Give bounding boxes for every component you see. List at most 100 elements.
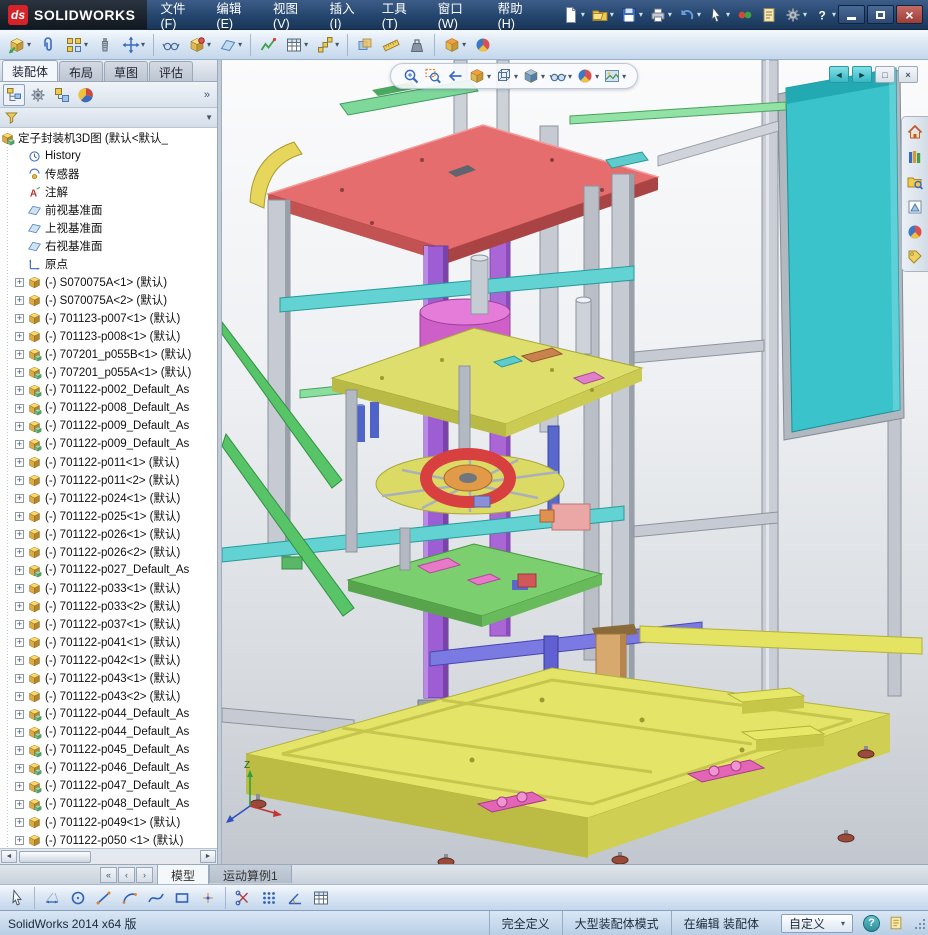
print-document-button[interactable]: ▾	[647, 3, 674, 27]
previous-document-button[interactable]: ◄	[829, 66, 849, 83]
model-green-bar-top[interactable]	[569, 101, 787, 125]
design-library-button[interactable]	[902, 145, 927, 168]
expand-icon[interactable]: +	[15, 331, 24, 341]
menu-item-5[interactable]: 工具(T)	[373, 0, 429, 31]
interference-detection-button[interactable]	[352, 32, 378, 58]
select-button[interactable]: ▾	[705, 3, 732, 27]
dropdown-arrow-icon[interactable]: ▾	[639, 10, 643, 19]
file-properties-button[interactable]	[758, 3, 780, 27]
tree-item-23[interactable]: + (-) 701122-p026<2> (默认)	[0, 543, 217, 561]
expand-icon[interactable]: +	[15, 745, 24, 755]
dropdown-arrow-icon[interactable]: ▾	[832, 10, 836, 19]
undo-button[interactable]: ▾	[676, 3, 703, 27]
tree-item-31[interactable]: + (-) 701122-p043<2> (默认)	[0, 687, 217, 705]
dropdown-arrow-icon[interactable]: ▾	[803, 10, 807, 19]
tree-item-17[interactable]: + (-) 701122-p009_Default_As	[0, 435, 217, 453]
doc-tab-1[interactable]: 模型	[157, 864, 210, 884]
dropdown-arrow-icon[interactable]: ▾	[568, 72, 572, 81]
tree-horizontal-scrollbar[interactable]: ◄ ►	[0, 848, 217, 864]
status-custom-dropdown[interactable]: 自定义 ▾	[780, 913, 853, 933]
rebuild-button[interactable]	[734, 3, 756, 27]
tree-item-4[interactable]: 前视基准面	[0, 201, 217, 219]
display-style-button[interactable]: ▾	[521, 67, 546, 85]
tree-item-38[interactable]: + (-) 701122-p049<1> (默认)	[0, 813, 217, 831]
maximize-button[interactable]	[867, 5, 894, 24]
view-palette-button[interactable]	[902, 195, 927, 218]
expand-icon[interactable]: +	[15, 781, 24, 791]
menu-item-1[interactable]: 文件(F)	[151, 0, 207, 31]
tab-评估[interactable]: 评估	[149, 61, 194, 81]
expand-icon[interactable]: +	[15, 709, 24, 719]
linear-component-pattern-button[interactable]: ▾	[61, 32, 92, 58]
zoom-to-area-button[interactable]	[423, 67, 443, 85]
tree-item-39[interactable]: + (-) 701122-p050 <1> (默认)	[0, 831, 217, 848]
dropdown-arrow-icon[interactable]: ▾	[304, 40, 308, 49]
tree-item-20[interactable]: + (-) 701122-p024<1> (默认)	[0, 489, 217, 507]
tree-item-25[interactable]: + (-) 701122-p033<1> (默认)	[0, 579, 217, 597]
tree-item-37[interactable]: + (-) 701122-p048_Default_As	[0, 795, 217, 813]
show-hidden-components-button[interactable]	[158, 32, 184, 58]
line-button[interactable]	[91, 885, 117, 911]
tree-item-35[interactable]: + (-) 701122-p046_Default_As	[0, 759, 217, 777]
expand-icon[interactable]: +	[15, 619, 24, 629]
previous-view-button[interactable]	[445, 67, 465, 85]
tree-item-6[interactable]: 右视基准面	[0, 237, 217, 255]
close-button[interactable]: ×	[896, 5, 923, 24]
dropdown-arrow-icon[interactable]: ▾	[487, 72, 491, 81]
dropdown-arrow-icon[interactable]: ▾	[238, 40, 242, 49]
zoom-to-fit-button[interactable]	[401, 67, 421, 85]
file-explorer-button[interactable]	[902, 170, 927, 193]
mate-button[interactable]	[35, 32, 61, 58]
tree-item-29[interactable]: + (-) 701122-p042<1> (默认)	[0, 651, 217, 669]
next-document-button[interactable]: ►	[852, 66, 872, 83]
tab-布局[interactable]: 布局	[59, 61, 104, 81]
tree-item-9[interactable]: + (-) S070075A<2> (默认)	[0, 291, 217, 309]
expand-icon[interactable]: +	[15, 493, 24, 503]
tree-item-8[interactable]: + (-) S070075A<1> (默认)	[0, 273, 217, 291]
dropdown-arrow-icon[interactable]: ▾	[726, 10, 730, 19]
dropdown-arrow-icon[interactable]: ▾	[595, 72, 599, 81]
new-document-button[interactable]: ▾	[560, 3, 587, 27]
tree-item-12[interactable]: + (-) 707201_p055B<1> (默认)	[0, 345, 217, 363]
menu-item-7[interactable]: 帮助(H)	[489, 0, 546, 31]
tree-item-13[interactable]: + (-) 707201_p055A<1> (默认)	[0, 363, 217, 381]
edit-appearance-button[interactable]	[470, 32, 496, 58]
expand-icon[interactable]: +	[15, 547, 24, 557]
propertymanager-button[interactable]	[27, 84, 49, 106]
expand-icon[interactable]: +	[15, 565, 24, 575]
expand-icon[interactable]: +	[15, 655, 24, 665]
quick-tips-icon[interactable]	[888, 915, 904, 931]
open-document-button[interactable]: ▾	[589, 3, 616, 27]
tree-item-30[interactable]: + (-) 701122-p043<1> (默认)	[0, 669, 217, 687]
dropdown-arrow-icon[interactable]: ▾	[84, 40, 88, 49]
menu-item-4[interactable]: 插入(I)	[321, 0, 373, 31]
tree-item-5[interactable]: 上视基准面	[0, 219, 217, 237]
tree-item-14[interactable]: + (-) 701122-p002_Default_As	[0, 381, 217, 399]
minimize-button[interactable]	[838, 5, 865, 24]
trim-entities-button[interactable]	[230, 885, 256, 911]
menu-item-2[interactable]: 编辑(E)	[207, 0, 264, 31]
rectangle-button[interactable]	[169, 885, 195, 911]
expand-icon[interactable]: +	[15, 295, 24, 305]
expand-icon[interactable]: +	[15, 835, 24, 845]
expand-icon[interactable]: +	[15, 601, 24, 611]
expand-icon[interactable]: +	[15, 313, 24, 323]
expand-icon[interactable]: +	[15, 817, 24, 827]
section-view-button[interactable]: ▾	[439, 32, 470, 58]
reference-geometry-button[interactable]: ▾	[215, 32, 246, 58]
dropdown-arrow-icon[interactable]: ▾	[697, 10, 701, 19]
overflow-chevron-icon[interactable]: »	[204, 89, 214, 101]
dropdown-arrow-icon[interactable]: ▾	[581, 10, 585, 19]
expand-icon[interactable]: +	[15, 727, 24, 737]
assembly-features-button[interactable]: ▾	[184, 32, 215, 58]
circle-button[interactable]	[65, 885, 91, 911]
filter-funnel-icon[interactable]	[4, 110, 19, 125]
tab-scroll-button-2[interactable]: ‹	[118, 867, 135, 883]
tree-item-36[interactable]: + (-) 701122-p047_Default_As	[0, 777, 217, 795]
angle-dimension-button[interactable]	[282, 885, 308, 911]
appearances-button[interactable]	[902, 220, 927, 243]
tab-scroll-button-3[interactable]: ›	[136, 867, 153, 883]
expand-icon[interactable]: +	[15, 637, 24, 647]
tree-item-2[interactable]: 传感器	[0, 165, 217, 183]
tree-item-27[interactable]: + (-) 701122-p037<1> (默认)	[0, 615, 217, 633]
